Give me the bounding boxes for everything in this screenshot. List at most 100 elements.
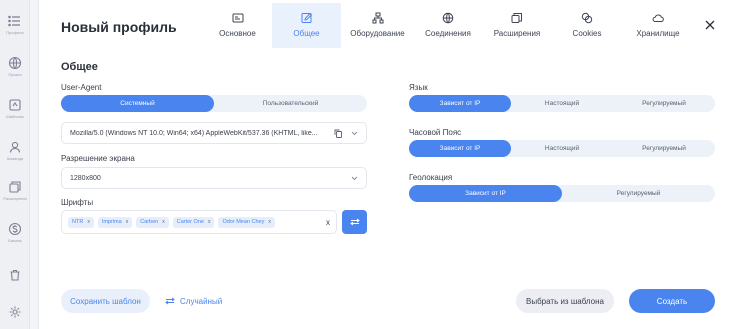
edit-icon bbox=[301, 12, 312, 23]
tab-storage[interactable]: Хранилище bbox=[622, 3, 694, 48]
language-option-custom[interactable]: Регулируемый bbox=[613, 95, 715, 112]
choose-template-button[interactable]: Выбрать из шаблона bbox=[516, 289, 614, 313]
random-label: Случайный bbox=[180, 296, 223, 306]
sidebar-item-label: Баланс bbox=[8, 238, 22, 243]
sidebar-item-profiles[interactable]: Профили bbox=[2, 14, 28, 42]
font-chip[interactable]: Odor Mean Chey x bbox=[218, 216, 275, 228]
geolocation-option-ip[interactable]: Зависит от IP bbox=[409, 185, 562, 202]
timezone-option-real[interactable]: Настоящий bbox=[511, 140, 613, 157]
team-icon bbox=[9, 141, 21, 153]
user-agent-value: Mozilla/5.0 (Windows NT 10.0; Win64; x64… bbox=[70, 129, 318, 137]
language-option-real[interactable]: Настоящий bbox=[511, 95, 613, 112]
user-agent-toggle: Системный Пользовательский bbox=[61, 95, 367, 112]
id-card-icon bbox=[232, 13, 243, 23]
remove-chip-icon[interactable]: x bbox=[268, 219, 271, 225]
remove-chip-icon[interactable]: x bbox=[126, 219, 129, 225]
sidebar-item-trash[interactable] bbox=[2, 268, 28, 296]
user-agent-option-custom[interactable]: Пользовательский bbox=[214, 95, 367, 112]
font-chip-label: Carben bbox=[140, 219, 159, 225]
close-icon bbox=[705, 20, 715, 30]
fonts-field[interactable]: NTR x Imprima x Carben x Carter One x Odor M… bbox=[61, 210, 337, 234]
tab-general[interactable]: Общее bbox=[272, 3, 341, 48]
sidebar-item-label: Расширения bbox=[3, 196, 27, 201]
tab-label: Основное bbox=[219, 29, 256, 38]
sidebar-item-settings[interactable] bbox=[2, 305, 28, 329]
geolocation-label: Геолокация bbox=[409, 173, 453, 182]
chevron-down-icon[interactable] bbox=[350, 174, 358, 182]
user-agent-field[interactable]: Mozilla/5.0 (Windows NT 10.0; Win64; x64… bbox=[61, 122, 367, 144]
sidebar-item-team[interactable]: Команда bbox=[2, 140, 28, 168]
copy-icon[interactable] bbox=[334, 128, 344, 138]
sidebar-item-label: Команда bbox=[6, 156, 24, 161]
remove-chip-icon[interactable]: x bbox=[208, 219, 211, 225]
sidebar-item-proxy[interactable]: Прокси bbox=[2, 56, 28, 84]
sidebar-item-label: Шаблоны bbox=[6, 114, 24, 119]
tab-extensions[interactable]: Расширения bbox=[482, 3, 552, 48]
new-profile-dialog: Новый профиль Основное Общее Оборудовани… bbox=[38, 0, 730, 329]
globe-icon bbox=[8, 56, 22, 70]
font-chip[interactable]: Carben x bbox=[136, 216, 169, 228]
tab-label: Оборудование bbox=[350, 29, 405, 38]
tab-hardware[interactable]: Оборудование bbox=[341, 3, 414, 48]
trash-icon bbox=[10, 269, 20, 281]
sidebar-item-templates[interactable]: Шаблоны bbox=[2, 98, 28, 126]
sidebar: Профили Прокси Шаблоны Команда Расширени… bbox=[0, 0, 30, 329]
tab-connections[interactable]: Соединения bbox=[414, 3, 482, 48]
extensions-icon bbox=[9, 181, 21, 193]
sidebar-item-balance[interactable]: Баланс bbox=[2, 222, 28, 250]
language-label: Язык bbox=[409, 83, 428, 92]
sidebar-item-label: Профили bbox=[6, 30, 24, 35]
tab-main[interactable]: Основное bbox=[203, 3, 272, 48]
chevron-down-icon[interactable] bbox=[350, 129, 358, 137]
shuffle-icon bbox=[165, 297, 175, 305]
font-chip[interactable]: Imprima x bbox=[97, 216, 133, 228]
timezone-option-custom[interactable]: Регулируемый bbox=[613, 140, 715, 157]
remove-chip-icon[interactable]: x bbox=[87, 219, 90, 225]
font-chip-label: Carter One bbox=[176, 219, 204, 225]
save-template-button[interactable]: Сохранить шаблон bbox=[61, 289, 150, 313]
language-toggle: Зависит от IP Настоящий Регулируемый bbox=[409, 95, 715, 112]
language-option-ip[interactable]: Зависит от IP bbox=[409, 95, 511, 112]
tab-bar: Основное Общее Оборудование Соединения Р… bbox=[203, 3, 694, 48]
tab-label: Соединения bbox=[425, 29, 471, 38]
font-chip-label: Odor Mean Chey bbox=[222, 219, 265, 225]
font-chip-label: NTR bbox=[72, 219, 84, 225]
geolocation-option-custom[interactable]: Регулируемый bbox=[562, 185, 715, 202]
user-agent-label: User-Agent bbox=[61, 83, 102, 92]
random-button[interactable]: Случайный bbox=[165, 294, 222, 308]
resolution-value: 1280x800 bbox=[70, 174, 101, 182]
tab-cookies[interactable]: Cookies bbox=[552, 3, 622, 48]
font-chip[interactable]: Carter One x bbox=[172, 216, 215, 228]
timezone-toggle: Зависит от IP Настоящий Регулируемый bbox=[409, 140, 715, 157]
extensions-icon bbox=[511, 13, 522, 23]
tab-label: Хранилище bbox=[636, 29, 680, 38]
swap-icon bbox=[349, 218, 360, 226]
settings-icon bbox=[9, 306, 21, 318]
close-button[interactable] bbox=[703, 18, 717, 32]
font-chip[interactable]: NTR x bbox=[68, 216, 94, 228]
geolocation-toggle: Зависит от IP Регулируемый bbox=[409, 185, 715, 202]
cloud-icon bbox=[652, 14, 664, 22]
fonts-label: Шрифты bbox=[61, 198, 94, 207]
section-title: Общее bbox=[61, 61, 98, 73]
resolution-label: Разрешение экрана bbox=[61, 154, 135, 163]
dialog-title: Новый профиль bbox=[61, 19, 177, 35]
tab-label: Расширения bbox=[493, 29, 541, 38]
tab-label: Cookies bbox=[572, 29, 602, 38]
create-button[interactable]: Создать bbox=[629, 289, 715, 313]
list-icon bbox=[8, 15, 20, 27]
dollar-icon bbox=[8, 222, 22, 236]
clear-fonts-icon[interactable]: x bbox=[326, 218, 330, 227]
sidebar-item-extensions[interactable]: Расширения bbox=[2, 180, 28, 208]
globe-icon bbox=[442, 12, 454, 24]
tab-label: Общее bbox=[293, 29, 320, 38]
template-icon bbox=[9, 99, 21, 111]
user-agent-option-system[interactable]: Системный bbox=[61, 95, 214, 112]
resolution-select[interactable]: 1280x800 bbox=[61, 167, 367, 189]
fonts-shuffle-button[interactable] bbox=[342, 210, 367, 234]
timezone-label: Часовой Пояс bbox=[409, 128, 462, 137]
font-chip-label: Imprima bbox=[101, 219, 122, 225]
remove-chip-icon[interactable]: x bbox=[162, 219, 165, 225]
fonts-chip-list: NTR x Imprima x Carben x Carter One x Odor M… bbox=[68, 216, 324, 228]
timezone-option-ip[interactable]: Зависит от IP bbox=[409, 140, 511, 157]
